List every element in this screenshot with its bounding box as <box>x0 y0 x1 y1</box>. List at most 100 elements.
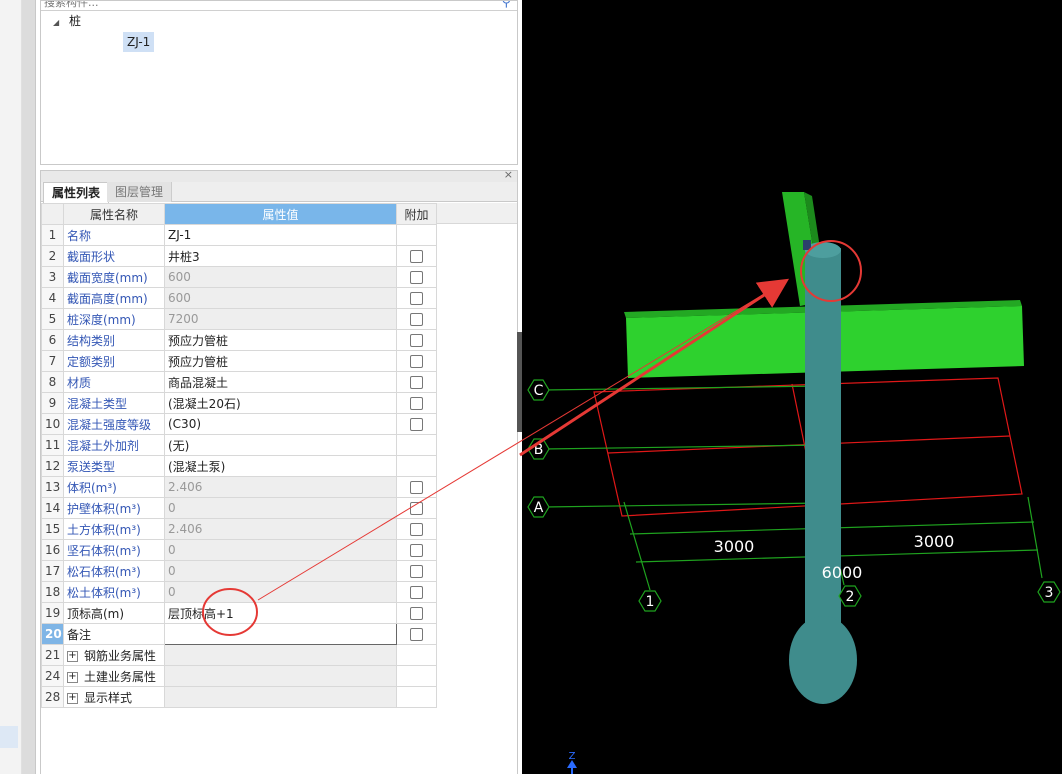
attach-checkbox[interactable] <box>410 502 423 515</box>
attach-checkbox[interactable] <box>410 523 423 536</box>
expand-plus-icon[interactable]: + <box>67 671 78 683</box>
table-row[interactable]: 1 名称 ZJ-1 <box>41 224 437 246</box>
app-window: ⚲ ◢ 桩 ZJ-1 × 属性列表 图层管理 属性名称 属性值 附加 <box>0 0 1062 774</box>
attach-checkbox[interactable] <box>410 481 423 494</box>
property-name: 名称 <box>63 224 165 246</box>
tree-node-pile[interactable]: ◢ 桩 <box>53 13 81 29</box>
table-row[interactable]: 24 + 土建业务属性 <box>41 665 437 687</box>
table-row[interactable]: 4 截面高度(mm) 600 <box>41 287 437 309</box>
table-header-row: 属性名称 属性值 附加 <box>41 203 437 225</box>
attach-checkbox[interactable] <box>410 334 423 347</box>
attach-cell <box>396 266 437 288</box>
search-input[interactable] <box>44 1 484 10</box>
attach-cell <box>396 350 437 372</box>
property-name[interactable]: + 显示样式 <box>63 686 165 708</box>
row-number: 12 <box>41 455 64 477</box>
attach-cell <box>396 644 437 666</box>
search-icon[interactable]: ⚲ <box>501 1 511 10</box>
table-row[interactable]: 8 材质 商品混凝土 <box>41 371 437 393</box>
attach-cell <box>396 476 437 498</box>
property-name: 备注 <box>63 623 165 645</box>
attach-checkbox[interactable] <box>410 250 423 263</box>
table-row[interactable]: 15 土方体积(m³) 2.406 <box>41 518 437 540</box>
panel-title-bar: × <box>41 168 517 182</box>
property-value[interactable]: 预应力管桩 <box>164 329 397 351</box>
table-row[interactable]: 7 定额类别 预应力管桩 <box>41 350 437 372</box>
tab-property-list[interactable]: 属性列表 <box>43 182 110 203</box>
attach-checkbox[interactable] <box>410 607 423 620</box>
table-row[interactable]: 19 顶标高(m) 层顶标高+1 <box>41 602 437 624</box>
tab-layer-manager[interactable]: 图层管理 <box>107 182 173 202</box>
attach-checkbox[interactable] <box>410 355 423 368</box>
attach-cell <box>396 371 437 393</box>
table-row[interactable]: 21 + 钢筋业务属性 <box>41 644 437 666</box>
axis-label-2: 2 <box>846 589 855 605</box>
table-row[interactable]: 10 混凝土强度等级 (C30) <box>41 413 437 435</box>
table-row[interactable]: 6 结构类别 预应力管桩 <box>41 329 437 351</box>
table-row[interactable]: 18 松土体积(m³) 0 <box>41 581 437 603</box>
row-number: 11 <box>41 434 64 456</box>
property-name[interactable]: + 土建业务属性 <box>63 665 165 687</box>
header-attach: 附加 <box>396 203 437 225</box>
attach-checkbox[interactable] <box>410 271 423 284</box>
table-row[interactable]: 11 混凝土外加剂 (无) <box>41 434 437 456</box>
attach-checkbox[interactable] <box>410 376 423 389</box>
table-row[interactable]: 28 + 显示样式 <box>41 686 437 708</box>
attach-checkbox[interactable] <box>410 313 423 326</box>
attach-checkbox[interactable] <box>410 544 423 557</box>
row-number: 2 <box>41 245 64 267</box>
property-name: 结构类别 <box>63 329 165 351</box>
search-bar: ⚲ <box>41 1 517 11</box>
table-row[interactable]: 14 护壁体积(m³) 0 <box>41 497 437 519</box>
attach-cell <box>396 455 437 477</box>
property-value[interactable]: (C30) <box>164 413 397 435</box>
axis-line-a <box>543 502 823 508</box>
property-name: 松石体积(m³) <box>63 560 165 582</box>
left-scroll-strip[interactable] <box>22 0 36 774</box>
property-value[interactable]: 预应力管桩 <box>164 350 397 372</box>
expand-plus-icon[interactable]: + <box>67 650 78 662</box>
property-value[interactable]: 商品混凝土 <box>164 371 397 393</box>
attach-cell <box>396 308 437 330</box>
attach-checkbox[interactable] <box>410 292 423 305</box>
attach-cell <box>396 245 437 267</box>
row-number: 5 <box>41 308 64 330</box>
property-value[interactable]: (混凝土20石) <box>164 392 397 414</box>
property-value[interactable]: 层顶标高+1 <box>164 602 397 624</box>
attach-checkbox[interactable] <box>410 586 423 599</box>
table-row[interactable]: 13 体积(m³) 2.406 <box>41 476 437 498</box>
pile-bulb <box>789 616 857 704</box>
property-value[interactable]: ZJ-1 <box>164 224 397 246</box>
attach-checkbox[interactable] <box>410 565 423 578</box>
header-index <box>41 203 64 225</box>
property-value[interactable]: 井桩3 <box>164 245 397 267</box>
table-row[interactable]: 17 松石体积(m³) 0 <box>41 560 437 582</box>
attach-cell <box>396 392 437 414</box>
property-value[interactable] <box>164 623 397 645</box>
attach-checkbox[interactable] <box>410 628 423 641</box>
table-row[interactable]: 16 坚石体积(m³) 0 <box>41 539 437 561</box>
z-axis-label: Z <box>569 751 576 762</box>
property-value: 0 <box>164 581 397 603</box>
table-row[interactable]: 2 截面形状 井桩3 <box>41 245 437 267</box>
attach-checkbox[interactable] <box>410 418 423 431</box>
property-name: 泵送类型 <box>63 455 165 477</box>
3d-viewport[interactable]: C B A 1 2 3 3000 3000 6000 Z <box>522 0 1062 774</box>
left-dock-selected-item[interactable] <box>0 726 18 748</box>
collapse-triangle-icon[interactable]: ◢ <box>53 18 59 27</box>
axis-label-a: A <box>534 500 544 516</box>
table-row[interactable]: 5 桩深度(mm) 7200 <box>41 308 437 330</box>
property-value[interactable]: (混凝土泵) <box>164 455 397 477</box>
table-row[interactable]: 12 泵送类型 (混凝土泵) <box>41 455 437 477</box>
table-row[interactable]: 9 混凝土类型 (混凝土20石) <box>41 392 437 414</box>
row-number: 28 <box>41 686 64 708</box>
tree-item-zj1[interactable]: ZJ-1 <box>123 32 155 52</box>
expand-plus-icon[interactable]: + <box>67 692 78 704</box>
property-value <box>164 644 397 666</box>
table-row[interactable]: 3 截面宽度(mm) 600 <box>41 266 437 288</box>
table-row[interactable]: 20 备注 <box>41 623 437 645</box>
property-name[interactable]: + 钢筋业务属性 <box>63 644 165 666</box>
close-icon[interactable]: × <box>504 168 513 181</box>
property-value[interactable]: (无) <box>164 434 397 456</box>
attach-checkbox[interactable] <box>410 397 423 410</box>
